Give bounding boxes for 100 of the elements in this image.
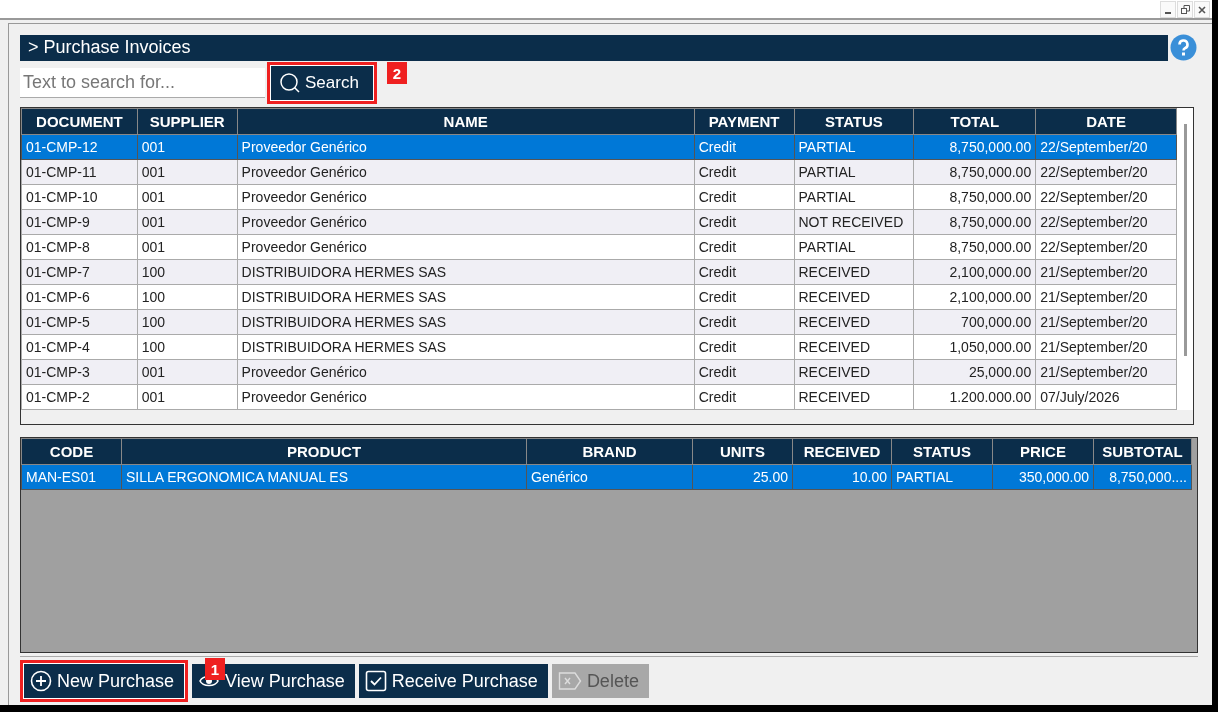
table-cell: PARTIAL: [794, 184, 914, 210]
close-button[interactable]: [1194, 1, 1210, 18]
table-cell: 01-CMP-11: [21, 159, 138, 185]
checkbox-icon: [364, 670, 387, 692]
table-row[interactable]: 01-CMP-2 001 Proveedor Genérico Credit RECEIVED 1.200.000.00 07/July/2026: [21, 384, 1177, 410]
close-icon: [1198, 5, 1206, 14]
table-cell: 350,000.00: [992, 464, 1094, 490]
search-field[interactable]: Text to search for...: [20, 68, 265, 98]
column-header[interactable]: BRAND: [526, 438, 693, 465]
table-cell: 01-CMP-9: [21, 209, 138, 235]
table-cell: 8,750,000....: [1093, 464, 1192, 490]
table-cell: 1.200.000.00: [913, 384, 1036, 410]
table-row[interactable]: 01-CMP-7 100 DISTRIBUIDORA HERMES SAS Credit RECEIVED 2,100,000.00 21/September/20: [21, 259, 1177, 285]
restore-button[interactable]: [1177, 1, 1193, 18]
callout-number: 2: [387, 62, 407, 84]
column-header[interactable]: PRICE: [992, 438, 1094, 465]
table-cell: Proveedor Genérico: [237, 209, 695, 235]
table-cell: 2,100,000.00: [913, 259, 1036, 285]
table-row[interactable]: 01-CMP-3 001 Proveedor Genérico Credit RECEIVED 25,000.00 21/September/20: [21, 359, 1177, 385]
table-cell: 001: [137, 384, 238, 410]
column-header[interactable]: SUPPLIER: [137, 108, 238, 135]
table-cell: Proveedor Genérico: [237, 234, 695, 260]
table-cell: 25,000.00: [913, 359, 1036, 385]
table-cell: 001: [137, 159, 238, 185]
section-title: > Purchase Invoices: [28, 37, 191, 58]
table-cell: PARTIAL: [891, 464, 993, 490]
column-header[interactable]: DOCUMENT: [21, 108, 138, 135]
table-cell: 01-CMP-6: [21, 284, 138, 310]
table-cell: 001: [137, 209, 238, 235]
table-cell: 01-CMP-7: [21, 259, 138, 285]
column-header[interactable]: RECEIVED: [792, 438, 892, 465]
table-row[interactable]: 01-CMP-12 001 Proveedor Genérico Credit PARTIAL 8,750,000.00 22/September/20: [21, 134, 1177, 160]
table-cell: DISTRIBUIDORA HERMES SAS: [237, 259, 695, 285]
table-cell: Proveedor Genérico: [237, 159, 695, 185]
column-header[interactable]: STATUS: [794, 108, 914, 135]
plus-circle-icon: [30, 670, 52, 692]
table-cell: 01-CMP-8: [21, 234, 138, 260]
minimize-button[interactable]: [1160, 1, 1176, 18]
table-cell: 25.00: [692, 464, 793, 490]
table-cell: 001: [137, 134, 238, 160]
table-cell: 8,750,000.00: [913, 159, 1036, 185]
column-header[interactable]: STATUS: [891, 438, 993, 465]
table-cell: 01-CMP-3: [21, 359, 138, 385]
column-header[interactable]: CODE: [21, 438, 122, 465]
table-cell: RECEIVED: [794, 284, 914, 310]
column-header[interactable]: PRODUCT: [121, 438, 527, 465]
table-cell: 100: [137, 334, 238, 360]
table-cell: Credit: [694, 184, 794, 210]
table-cell: Credit: [694, 234, 794, 260]
column-header[interactable]: DATE: [1035, 108, 1177, 135]
search-button[interactable]: Search: [271, 66, 373, 100]
help-icon: [1170, 34, 1197, 61]
table-cell: 8,750,000.00: [913, 234, 1036, 260]
help-button[interactable]: [1170, 34, 1197, 61]
table-cell: RECEIVED: [794, 259, 914, 285]
search-icon: [279, 72, 301, 94]
table-cell: 8,750,000.00: [913, 209, 1036, 235]
new-button[interactable]: New Purchase: [24, 664, 185, 698]
table-cell: NOT RECEIVED: [794, 209, 914, 235]
table-cell: 21/September/20: [1035, 334, 1177, 360]
table-cell: MAN-ES01: [21, 464, 122, 490]
table-row[interactable]: 01-CMP-9 001 Proveedor Genérico Credit NOT RECEIVED 8,750,000.00 22/September/20: [21, 209, 1177, 235]
table-row[interactable]: 01-CMP-4 100 DISTRIBUIDORA HERMES SAS Credit RECEIVED 1,050,000.00 21/September/20: [21, 334, 1177, 360]
table-cell: 001: [137, 234, 238, 260]
callout-number: 1: [205, 658, 225, 680]
table-cell: 01-CMP-10: [21, 184, 138, 210]
table-row[interactable]: 01-CMP-11 001 Proveedor Genérico Credit PARTIAL 8,750,000.00 22/September/20: [21, 159, 1177, 185]
table-cell: Credit: [694, 134, 794, 160]
vertical-scrollbar[interactable]: [1183, 124, 1187, 356]
table-cell: DISTRIBUIDORA HERMES SAS: [237, 334, 695, 360]
table-cell: Genérico: [526, 464, 693, 490]
receive-button[interactable]: Receive Purchase: [358, 664, 548, 698]
column-header[interactable]: UNITS: [692, 438, 793, 465]
table-cell: 01-CMP-5: [21, 309, 138, 335]
column-header[interactable]: PAYMENT: [694, 108, 794, 135]
table-cell: 07/July/2026: [1035, 384, 1177, 410]
table-cell: 22/September/20: [1035, 184, 1177, 210]
table-cell: 8,750,000.00: [913, 184, 1036, 210]
minimize-icon: [1165, 11, 1171, 14]
table-cell: DISTRIBUIDORA HERMES SAS: [237, 309, 695, 335]
table-cell: Proveedor Genérico: [237, 184, 695, 210]
table-cell: PARTIAL: [794, 159, 914, 185]
delete-icon: [557, 670, 582, 692]
column-header[interactable]: SUBTOTAL: [1093, 438, 1192, 465]
table-cell: Credit: [694, 384, 794, 410]
table-cell: Credit: [694, 209, 794, 235]
table-cell: 01-CMP-2: [21, 384, 138, 410]
table-row[interactable]: 01-CMP-6 100 DISTRIBUIDORA HERMES SAS Credit RECEIVED 2,100,000.00 21/September/20: [21, 284, 1177, 310]
table-row[interactable]: MAN-ES01 SILLA ERGONOMICA MANUAL ES Genérico 25.00 10.00 PARTIAL 350,000.00 8,750,000....: [21, 464, 1192, 490]
column-header[interactable]: TOTAL: [913, 108, 1036, 135]
table-cell: 22/September/20: [1035, 209, 1177, 235]
table-row[interactable]: 01-CMP-8 001 Proveedor Genérico Credit PARTIAL 8,750,000.00 22/September/20: [21, 234, 1177, 260]
table-cell: Proveedor Genérico: [237, 134, 695, 160]
table-row[interactable]: 01-CMP-10 001 Proveedor Genérico Credit PARTIAL 8,750,000.00 22/September/20: [21, 184, 1177, 210]
table-cell: 8,750,000.00: [913, 134, 1036, 160]
table-row[interactable]: 01-CMP-5 100 DISTRIBUIDORA HERMES SAS Credit RECEIVED 700,000.00 21/September/20: [21, 309, 1177, 335]
column-header[interactable]: NAME: [237, 108, 695, 135]
table-cell: RECEIVED: [794, 334, 914, 360]
table-cell: 21/September/20: [1035, 284, 1177, 310]
table-cell: 001: [137, 359, 238, 385]
